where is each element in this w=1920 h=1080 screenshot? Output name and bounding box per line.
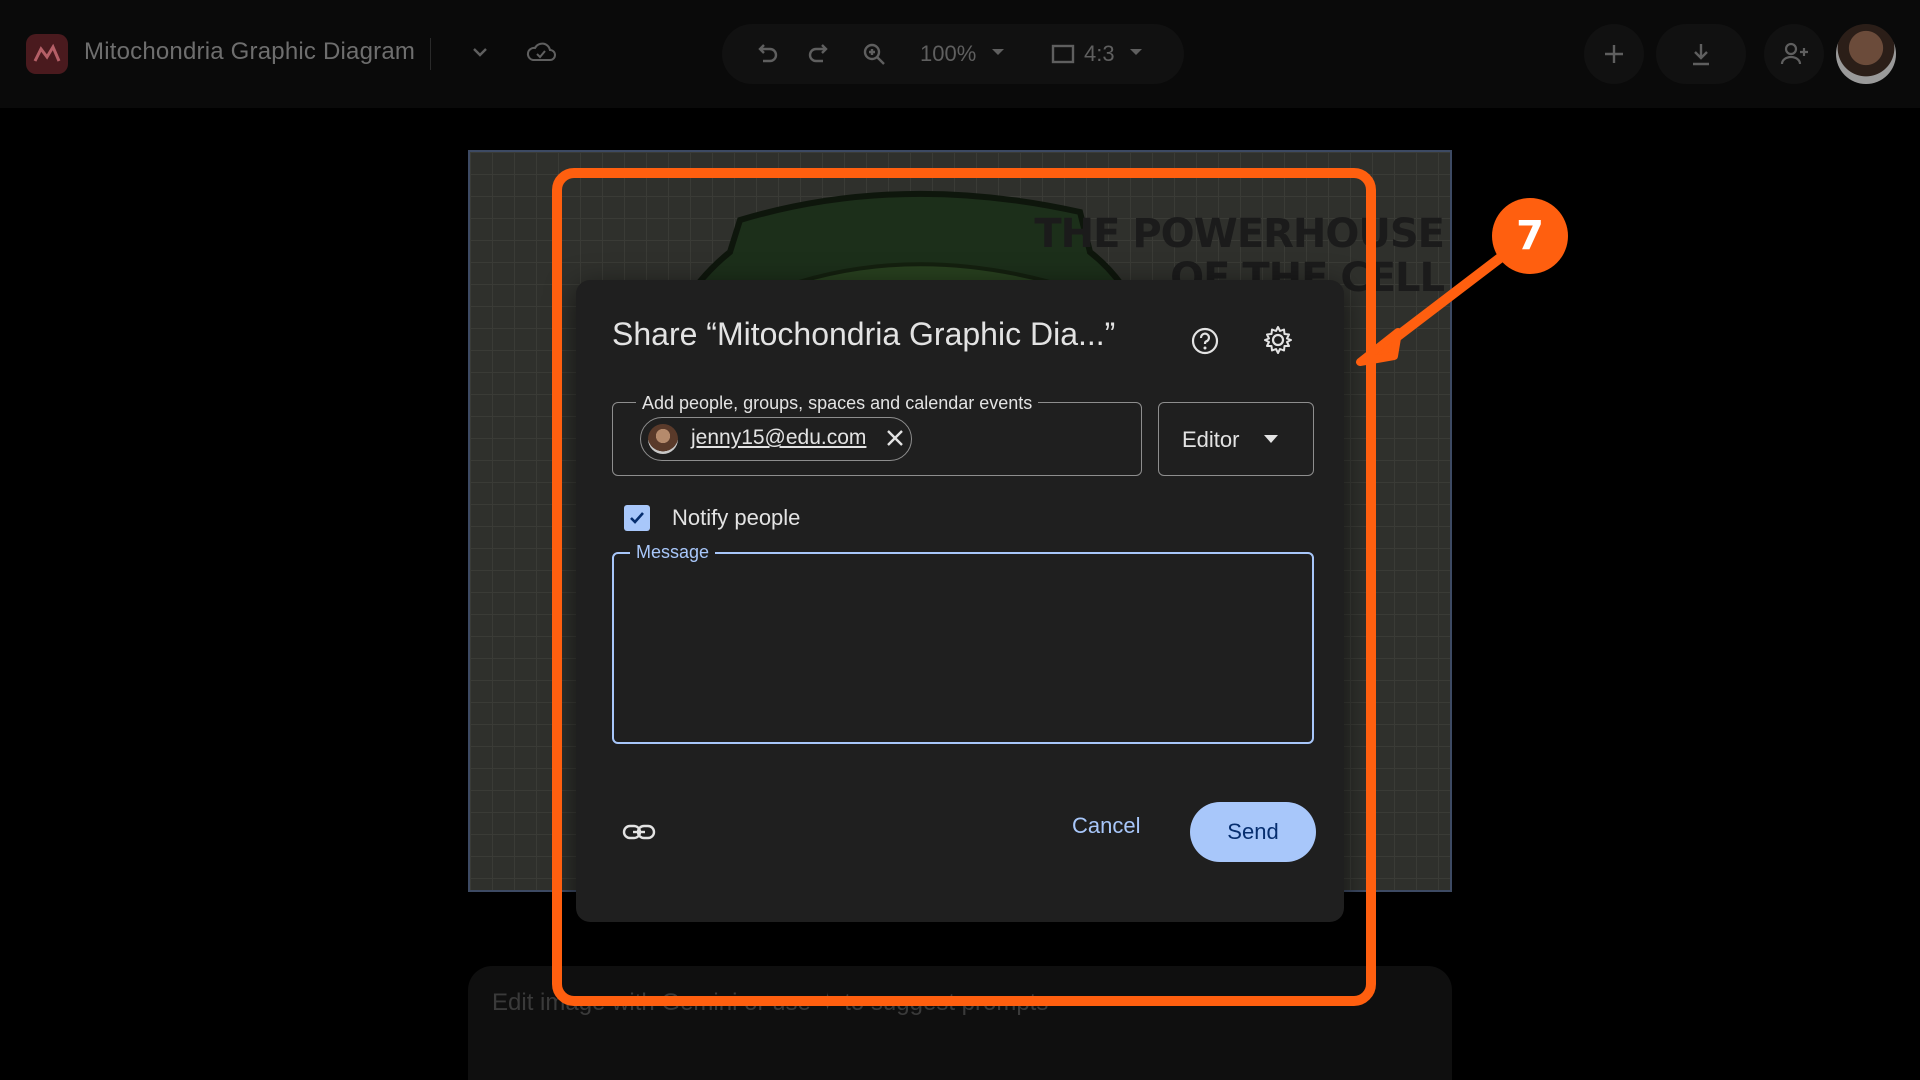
annotation-arrow — [1356, 253, 1505, 366]
step-badge: 7 — [1492, 198, 1568, 274]
